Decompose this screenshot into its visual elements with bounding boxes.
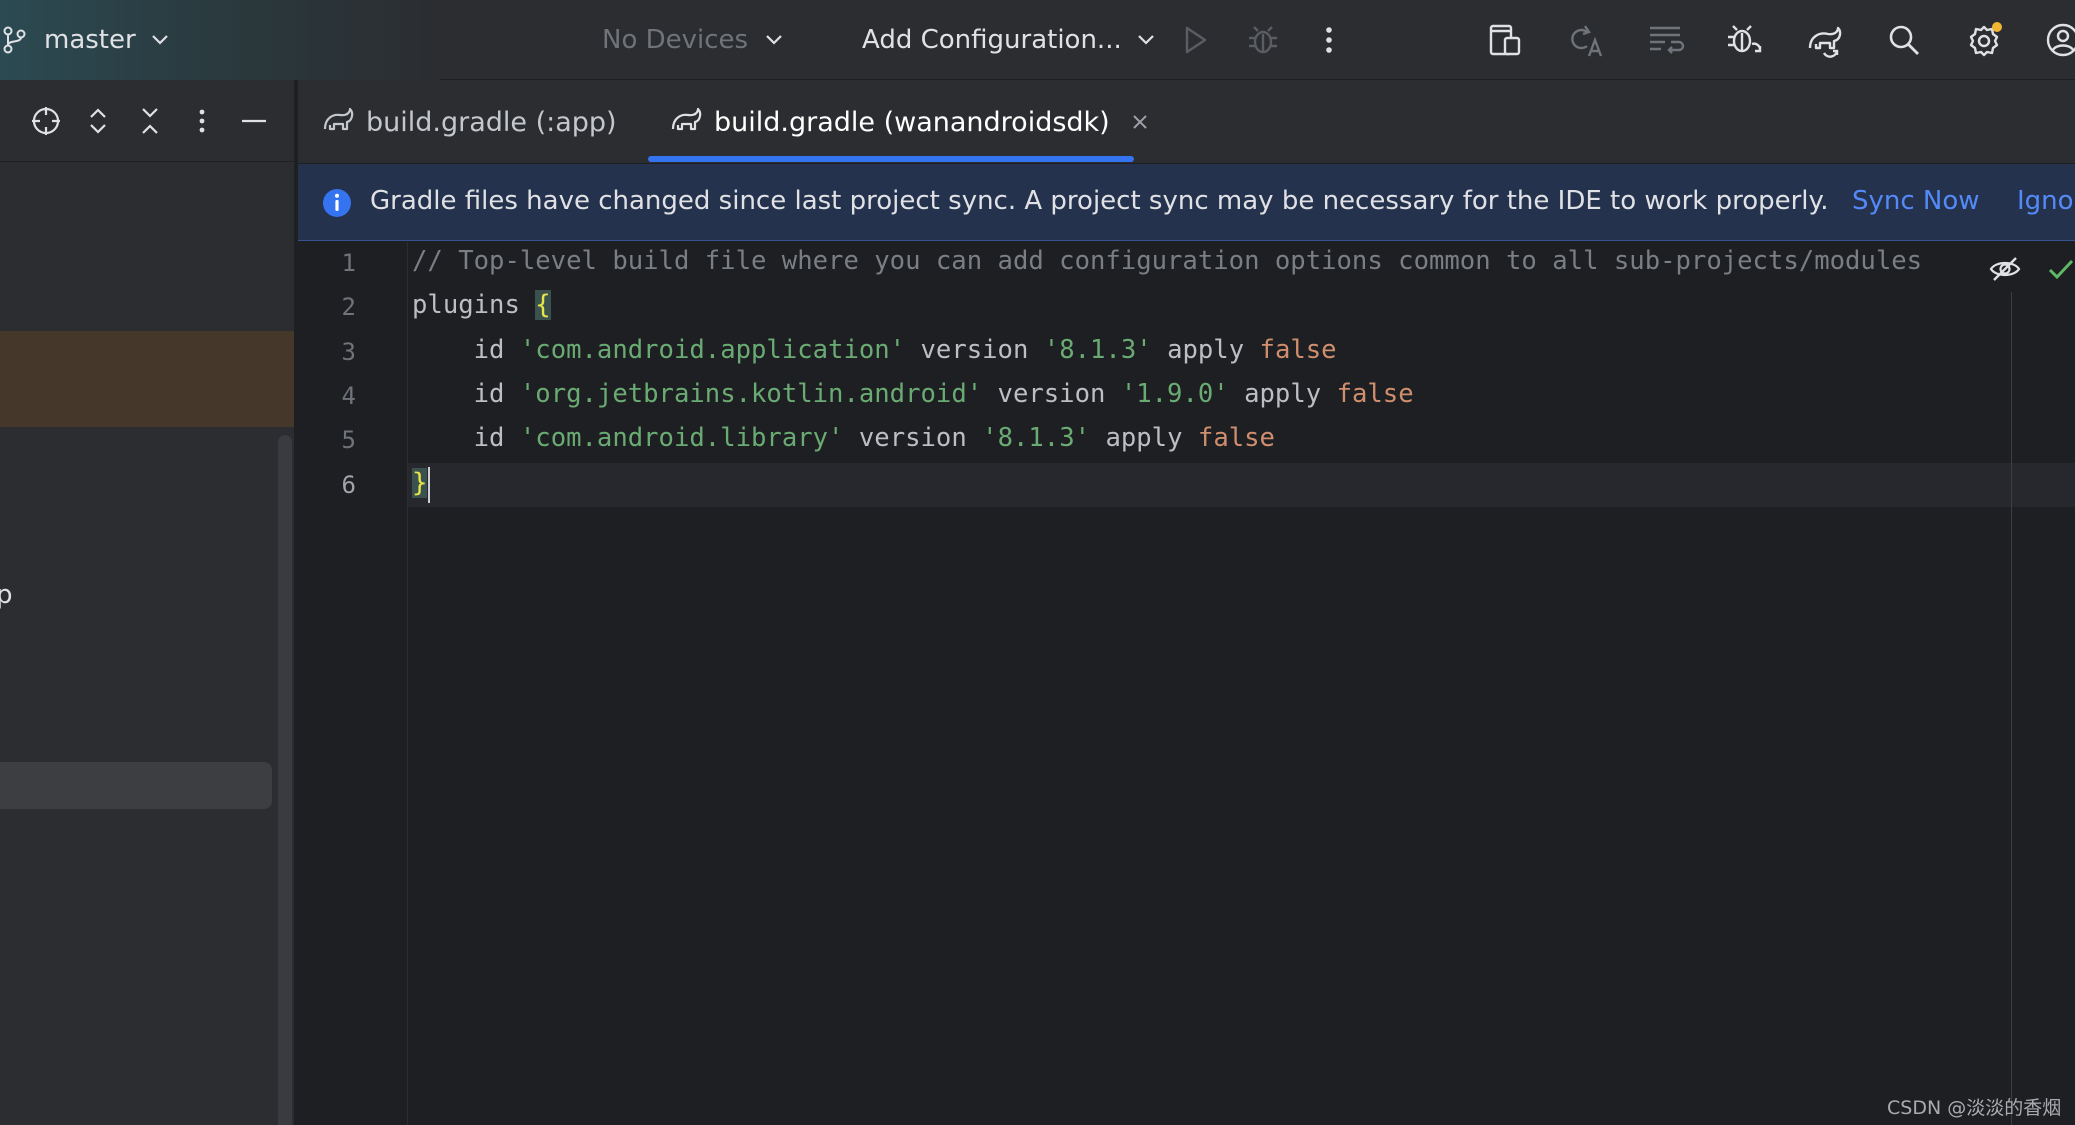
code-token-string: 'org.jetbrains.kotlin.android' xyxy=(519,378,983,409)
code-token-plain: id xyxy=(412,378,520,409)
device-selector-label: No Devices xyxy=(602,25,749,55)
line-number[interactable]: 2 xyxy=(298,293,356,321)
run-icon[interactable] xyxy=(1172,17,1218,63)
project-tree-selected-row[interactable] xyxy=(0,331,294,427)
more-vertical-icon[interactable] xyxy=(182,101,222,141)
gradle-elephant-icon xyxy=(670,103,704,141)
tab-build-gradle-wanandroidsdk[interactable]: build.gradle (wanandroidsdk) xyxy=(670,80,1150,164)
line-number[interactable]: 3 xyxy=(298,338,356,366)
locate-icon[interactable] xyxy=(26,101,66,141)
collapse-all-icon[interactable] xyxy=(130,101,170,141)
code-token-bool: false xyxy=(1259,334,1337,365)
gradle-sync-banner: Gradle files have changed since last pro… xyxy=(298,164,2075,241)
code-line[interactable]: id 'com.android.library' version '8.1.3'… xyxy=(412,423,1275,453)
debug-sync-icon[interactable] xyxy=(1721,17,1767,63)
line-number[interactable]: 5 xyxy=(298,426,356,454)
editor-tab-bar: build.gradle (:app) build.gradle (wanand… xyxy=(298,80,2075,164)
code-token-plain: apply xyxy=(1151,334,1260,365)
device-selector[interactable]: No Devices xyxy=(602,20,784,60)
main-toolbar: master No Devices Add Configuration... xyxy=(0,0,2075,80)
active-tab-indicator xyxy=(648,156,1134,162)
code-token-plain: id xyxy=(412,334,520,365)
info-icon xyxy=(323,189,351,217)
tab-build-gradle-app[interactable]: build.gradle (:app) xyxy=(322,80,617,164)
branch-icon xyxy=(3,26,26,54)
search-icon[interactable] xyxy=(1881,17,1927,63)
branch-name: master xyxy=(44,25,136,55)
code-token-plain: version xyxy=(982,378,1121,409)
text-caret xyxy=(428,467,430,503)
project-tree-scrollbar[interactable] xyxy=(278,435,292,1125)
code-token-brace: } xyxy=(412,467,428,498)
code-token-bool: false xyxy=(1336,378,1414,409)
more-vertical-icon[interactable] xyxy=(1306,17,1352,63)
code-style-icon[interactable] xyxy=(1642,17,1688,63)
right-margin-guide xyxy=(2011,292,2012,1125)
eye-crossed-icon[interactable] xyxy=(1988,252,2022,286)
settings-icon[interactable] xyxy=(1961,17,2007,63)
code-token-plain: version xyxy=(905,334,1044,365)
code-token-string: 'com.android.application' xyxy=(519,334,906,365)
line-number[interactable]: 4 xyxy=(298,382,356,410)
code-token-plain: id xyxy=(412,423,520,454)
line-number-gutter[interactable]: 1 2 3 4 5 6 xyxy=(298,242,408,1125)
code-token-plain: apply xyxy=(1090,423,1198,454)
tab-label: build.gradle (:app) xyxy=(366,106,617,138)
code-editor[interactable]: 1 2 3 4 5 6 // Top-level build file where you… xyxy=(298,242,2075,1125)
code-token-plain: version xyxy=(843,423,983,454)
code-token-bool: false xyxy=(1197,423,1275,454)
branch-widget[interactable]: master xyxy=(2,20,170,60)
code-token-string: '8.1.3' xyxy=(1043,334,1152,365)
code-token-brace: { xyxy=(535,290,551,321)
code-line[interactable]: } xyxy=(412,467,428,498)
code-token-plain: plugins xyxy=(412,290,536,321)
tab-label: build.gradle (wanandroidsdk) xyxy=(714,106,1110,138)
minimize-icon[interactable] xyxy=(234,101,274,141)
device-manager-icon[interactable] xyxy=(1482,17,1528,63)
run-configuration-label: Add Configuration... xyxy=(862,25,1122,55)
watermark: CSDN @淡淡的香烟 xyxy=(1887,1097,2062,1119)
inspection-ok-icon[interactable] xyxy=(2046,254,2075,284)
code-token-string: '1.9.0' xyxy=(1120,378,1229,409)
run-configuration-selector[interactable]: Add Configuration... xyxy=(862,20,1156,60)
code-token-comment: // Top-level build file where you can ad… xyxy=(412,246,1923,276)
code-token-string: '8.1.3' xyxy=(982,423,1091,454)
line-number[interactable]: 6 xyxy=(298,471,356,499)
code-line[interactable]: id 'org.jetbrains.kotlin.android' versio… xyxy=(412,379,1414,409)
gradle-sync-icon[interactable] xyxy=(1801,17,1847,63)
code-line[interactable]: id 'com.android.application' version '8.… xyxy=(412,335,1337,365)
translate-icon[interactable] xyxy=(1562,17,1608,63)
close-icon[interactable] xyxy=(1130,112,1150,132)
line-number[interactable]: 1 xyxy=(298,249,356,277)
notification-badge xyxy=(1992,22,2002,32)
chevron-down-icon xyxy=(1137,35,1154,45)
chevron-down-icon xyxy=(766,35,782,45)
account-icon[interactable] xyxy=(2040,17,2075,63)
code-line[interactable]: // Top-level build file where you can ad… xyxy=(412,246,1922,276)
current-line-highlight xyxy=(298,463,2075,507)
project-tree-item-label[interactable]: p xyxy=(0,580,13,610)
chevron-down-icon xyxy=(151,35,168,45)
sync-now-link[interactable]: Sync Now xyxy=(1852,186,1980,216)
code-line[interactable]: plugins { xyxy=(412,290,551,321)
ignore-changes-link[interactable]: Ignor xyxy=(2017,186,2075,216)
expand-all-icon[interactable] xyxy=(78,101,118,141)
code-token-plain: apply xyxy=(1228,378,1337,409)
project-tree-hover-row[interactable] xyxy=(0,762,272,809)
banner-message: Gradle files have changed since last pro… xyxy=(370,186,1829,216)
gradle-elephant-icon xyxy=(322,103,356,141)
code-token-string: 'com.android.library' xyxy=(519,423,844,454)
project-tool-window: p xyxy=(0,80,296,1125)
project-panel-toolbar xyxy=(0,80,296,162)
debug-icon[interactable] xyxy=(1240,17,1286,63)
